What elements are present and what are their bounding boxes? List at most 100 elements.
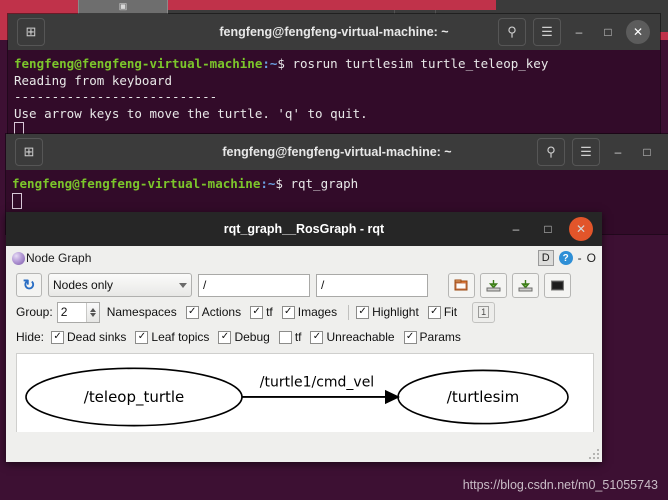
hide-dead-sinks-checkbox[interactable] <box>51 330 65 344</box>
search-icon[interactable]: ⚲ <box>498 18 526 46</box>
hide-leaf-topics-label: Leaf topics <box>151 330 210 344</box>
resize-grip[interactable] <box>589 449 600 460</box>
maximize-button[interactable]: □ <box>636 141 658 163</box>
chevron-down-icon <box>179 282 187 288</box>
dock-close-button[interactable]: O <box>587 251 596 265</box>
terminal-window-1[interactable]: ⊞ fengfeng@fengfeng-virtual-machine: ~ ⚲… <box>8 14 660 138</box>
graph-node-teleop-label: /teleop_turtle <box>84 388 184 407</box>
node-graph-dock-header: Node Graph D ? - O <box>6 246 602 270</box>
filter-field-2-value: / <box>321 278 325 292</box>
option-tf[interactable]: tf <box>250 305 273 319</box>
terminal-2-prompt-user: fengfeng@fengfeng-virtual-machine <box>12 176 261 191</box>
search-icon[interactable]: ⚲ <box>537 138 565 166</box>
terminal-1-line-4: Use arrow keys to move the turtle. 'q' t… <box>14 105 368 121</box>
option-namespaces-label: Namespaces <box>106 305 177 319</box>
minimize-button[interactable]: – <box>607 141 629 163</box>
close-button[interactable]: ✕ <box>626 20 650 44</box>
filter-field-2[interactable]: / <box>316 273 428 297</box>
hide-label: Hide: <box>16 330 45 344</box>
terminal-1-titlebar[interactable]: ⊞ fengfeng@fengfeng-virtual-machine: ~ ⚲… <box>8 14 660 50</box>
hide-debug[interactable]: Debug <box>218 330 270 344</box>
terminal-2-output[interactable]: fengfeng@fengfeng-virtual-machine:~$ rqt… <box>6 170 668 214</box>
graph-node-turtlesim-label: /turtlesim <box>447 388 519 406</box>
fit-in-view-button[interactable]: 1 <box>472 301 496 323</box>
rqt-statusbar <box>6 432 602 462</box>
rqt-minimize-button[interactable]: – <box>505 218 527 240</box>
hide-leaf-topics[interactable]: Leaf topics <box>135 330 209 344</box>
save-image-icon[interactable] <box>512 272 539 298</box>
option-highlight-checkbox[interactable] <box>356 305 370 319</box>
minimize-button[interactable]: – <box>568 21 590 43</box>
dock-float-button[interactable]: D <box>537 250 554 266</box>
maximize-button[interactable]: □ <box>597 21 619 43</box>
terminal-1-prompt-dollar: $ <box>277 56 285 71</box>
help-icon[interactable]: ? <box>558 251 573 265</box>
hide-params-checkbox[interactable] <box>403 330 417 344</box>
filter-field-1-value: / <box>203 278 207 292</box>
fit-in-view-label: 1 <box>478 306 490 318</box>
graph-edge-label: /turtle1/cmd_vel <box>260 375 374 391</box>
group-label: Group: <box>16 305 53 319</box>
options-divider <box>348 304 350 320</box>
new-tab-icon[interactable]: ⊞ <box>15 138 43 166</box>
hide-tf[interactable]: tf <box>278 330 302 344</box>
group-spinner-arrows[interactable] <box>85 302 99 322</box>
graph-edge-arrowhead <box>385 389 400 405</box>
hide-dead-sinks-label: Dead sinks <box>67 330 127 344</box>
option-highlight[interactable]: Highlight <box>356 305 419 319</box>
hide-params[interactable]: Params <box>403 330 461 344</box>
rqt-titlebar[interactable]: rqt_graph__RosGraph - rqt – □ ✕ <box>6 212 602 246</box>
folder-open-icon[interactable] <box>448 272 475 298</box>
rqt-close-button[interactable]: ✕ <box>569 217 593 241</box>
rqt-graph-window[interactable]: rqt_graph__RosGraph - rqt – □ ✕ Node Gra… <box>6 212 602 462</box>
option-images-label: Images <box>297 305 338 319</box>
option-tf-label: tf <box>266 305 273 319</box>
terminal-1-command: rosrun turtlesim turtle_teleop_key <box>284 56 549 71</box>
dock-minimize-button[interactable]: - <box>578 251 582 265</box>
terminal-2-titlebar[interactable]: ⊞ fengfeng@fengfeng-virtual-machine: ~ ⚲… <box>6 134 668 170</box>
terminal-1-line-2: Reading from keyboard <box>14 72 173 88</box>
node-graph-svg: /teleop_turtle /turtlesim /turtle1/cmd_v… <box>25 367 569 427</box>
option-fit[interactable]: Fit <box>427 305 457 319</box>
option-images-checkbox[interactable] <box>281 305 295 319</box>
hamburger-menu-icon[interactable]: ☰ <box>533 18 561 46</box>
terminal-1-line-3: --------------------------- <box>14 89 218 104</box>
new-tab-icon[interactable]: ⊞ <box>17 18 45 46</box>
graph-filter-value: Nodes only <box>53 278 114 292</box>
option-images[interactable]: Images <box>281 305 338 319</box>
terminal-1-prompt-path: :~ <box>262 56 278 71</box>
hide-tf-label: tf <box>294 330 302 344</box>
terminal-2-prompt-path: :~ <box>260 176 276 191</box>
option-fit-checkbox[interactable] <box>427 305 441 319</box>
hide-unreachable-label: Unreachable <box>326 330 395 344</box>
terminal-2-prompt-dollar: $ <box>275 176 283 191</box>
save-image-glyph <box>518 279 533 291</box>
option-highlight-label: Highlight <box>372 305 419 319</box>
node-graph-canvas[interactable]: /teleop_turtle /turtlesim /turtle1/cmd_v… <box>16 353 594 443</box>
save-dot-icon[interactable] <box>480 272 507 298</box>
option-actions[interactable]: Actions <box>185 305 241 319</box>
hide-unreachable-checkbox[interactable] <box>310 330 324 344</box>
hamburger-menu-icon[interactable]: ☰ <box>572 138 600 166</box>
rqt-maximize-button[interactable]: □ <box>537 218 559 240</box>
screen-icon[interactable] <box>544 272 571 298</box>
filter-field-1[interactable]: / <box>198 273 310 297</box>
group-value: 2 <box>60 305 68 319</box>
hide-leaf-topics-checkbox[interactable] <box>135 330 149 344</box>
terminal-1-output[interactable]: fengfeng@fengfeng-virtual-machine:~$ ros… <box>8 50 660 144</box>
hide-tf-checkbox[interactable] <box>278 330 292 344</box>
group-spinbox[interactable]: 2 <box>56 301 100 323</box>
watermark-url: https://blog.csdn.net/m0_51055743 <box>462 478 658 492</box>
background-tab-icon: ▣ <box>118 1 128 11</box>
option-tf-checkbox[interactable] <box>250 305 264 319</box>
save-dot-glyph <box>486 279 501 291</box>
option-namespaces[interactable]: Namespaces <box>107 305 177 319</box>
option-actions-checkbox[interactable] <box>185 305 199 319</box>
graph-filter-select[interactable]: Nodes only <box>48 273 192 297</box>
terminal-2-cursor <box>12 192 22 209</box>
rqt-options-row-2: Hide: Dead sinks Leaf topics Debug tf Un… <box>6 323 602 348</box>
hide-dead-sinks[interactable]: Dead sinks <box>51 330 126 344</box>
hide-unreachable[interactable]: Unreachable <box>310 330 395 344</box>
hide-debug-checkbox[interactable] <box>218 330 232 344</box>
refresh-icon[interactable]: ↻ <box>16 273 42 297</box>
